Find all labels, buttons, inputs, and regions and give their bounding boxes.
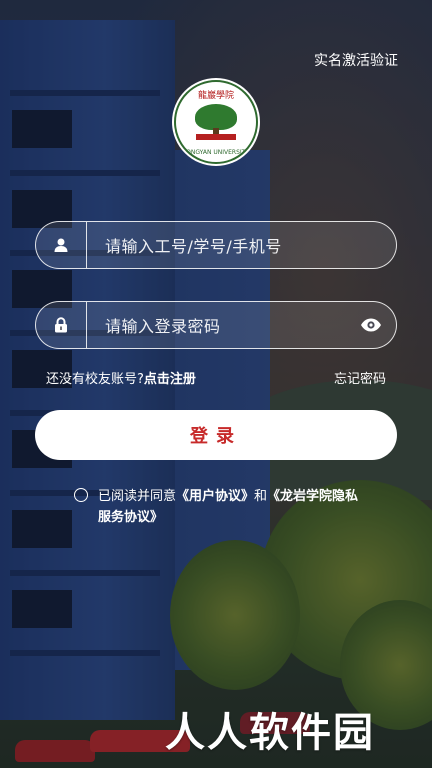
university-logo: 龍巖學院 LONGYAN UNIVERSITY [172,78,260,166]
logo-emblem: 龍巖學院 LONGYAN UNIVERSITY [174,80,258,164]
real-name-verify-link[interactable]: 实名激活验证 [314,50,398,70]
account-field[interactable]: 请输入工号/学号/手机号 [35,221,397,269]
lock-icon [36,302,87,348]
agreement-consent: 已阅读并同意《用户协议》和《龙岩学院隐私服务协议》 [74,486,364,528]
agreement-radio[interactable] [74,488,88,502]
account-input[interactable]: 请输入工号/学号/手机号 [87,233,396,257]
password-field[interactable]: 请输入登录密码 [35,301,397,349]
register-prompt: 还没有校友账号?点击注册 [46,372,196,387]
register-link[interactable]: 点击注册 [144,372,196,387]
user-agreement-link[interactable]: 《用户协议》 [176,489,254,504]
password-input[interactable]: 请输入登录密码 [87,313,346,337]
show-password-icon[interactable] [346,318,396,332]
watermark-text: 人人软件园 [165,710,375,756]
forgot-password-link[interactable]: 忘记密码 [334,368,386,387]
user-icon [36,222,87,268]
login-button[interactable]: 登录 [35,410,397,460]
